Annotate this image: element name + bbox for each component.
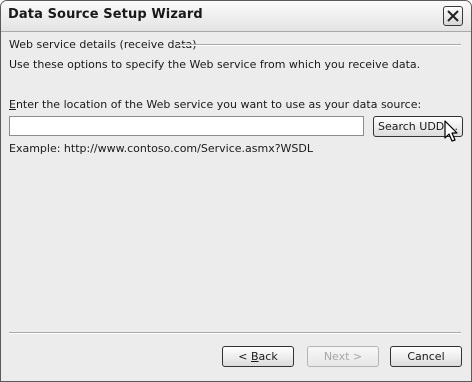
back-label: ack	[258, 349, 278, 363]
back-mnemonic: B	[251, 349, 259, 363]
back-button[interactable]: < Back	[222, 346, 294, 367]
wizard-dialog: Data Source Setup Wizard Web service det…	[0, 0, 472, 382]
section-divider	[179, 44, 461, 46]
web-service-location-input[interactable]	[9, 116, 364, 136]
title-bar: Data Source Setup Wizard	[1, 1, 471, 32]
dialog-title: Data Source Setup Wizard	[8, 7, 203, 22]
next-button[interactable]: Next >	[307, 346, 379, 367]
back-prefix: <	[238, 349, 251, 363]
mouse-cursor-icon	[444, 120, 458, 142]
example-text: Example: http://www.contoso.com/Service.…	[9, 142, 313, 155]
location-label: Enter the location of the Web service yo…	[9, 98, 421, 111]
section-heading: Web service details (receive data)	[9, 38, 197, 51]
location-label-mnemonic: E	[9, 98, 16, 111]
location-label-text: nter the location of the Web service you…	[15, 98, 422, 111]
cancel-button[interactable]: Cancel	[390, 346, 462, 367]
close-button[interactable]	[443, 6, 463, 26]
section-description: Use these options to specify the Web ser…	[9, 58, 421, 71]
close-icon	[447, 10, 459, 22]
footer-divider	[9, 332, 461, 334]
